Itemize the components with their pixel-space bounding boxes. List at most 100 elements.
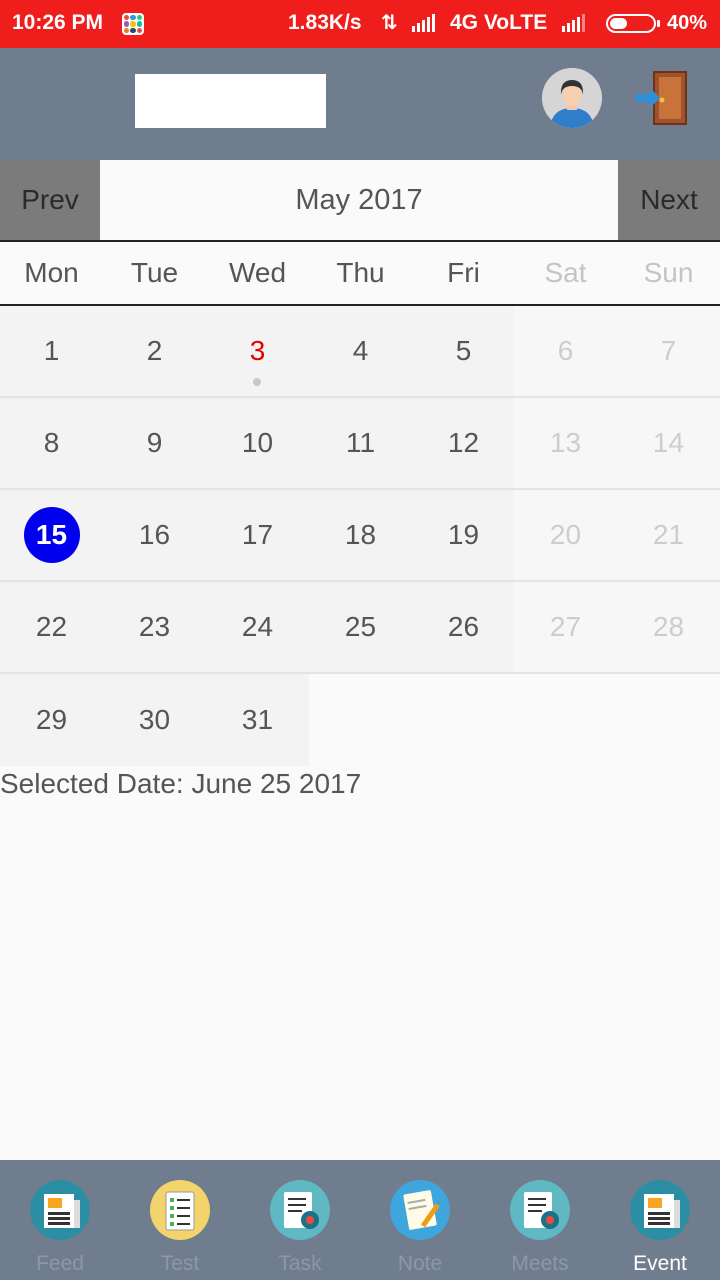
calendar-day-26[interactable]: 26 [412, 582, 515, 674]
meeting-gear-icon [510, 1180, 570, 1240]
day-number: 27 [549, 611, 582, 642]
calendar-day-12[interactable]: 12 [412, 398, 515, 490]
calendar-day-1[interactable]: 1 [0, 306, 103, 398]
calendar-grid: 1 2 3 4 5 6 7 8 9 10 11 12 13 14 15 16 17 18 19 20 21 22 23 24 2… [0, 306, 720, 768]
calendar-day-3[interactable]: 3 [206, 306, 309, 398]
calendar-day-31[interactable]: 31 [206, 674, 309, 766]
tab-feed[interactable]: Feed [0, 1160, 120, 1280]
day-number: 26 [447, 611, 480, 642]
network-type: 4G VoLTE [450, 11, 548, 34]
calendar-day-28[interactable]: 28 [617, 582, 720, 674]
signal-icon-2 [562, 14, 585, 32]
calendar-day-14[interactable]: 14 [617, 398, 720, 490]
calendar-day-5[interactable]: 5 [412, 306, 515, 398]
tab-task-label: Task [278, 1252, 322, 1275]
day-number: 5 [455, 335, 472, 366]
day-number: 22 [35, 611, 68, 642]
checklist-icon [150, 1180, 210, 1240]
day-number: 8 [43, 427, 60, 458]
calendar-day-11[interactable]: 11 [309, 398, 412, 490]
weekday-mon: Mon [24, 257, 79, 288]
network-speed: 1.83K/s [288, 11, 362, 34]
prev-month-button[interactable]: Prev [0, 160, 100, 240]
day-number: 10 [241, 427, 274, 458]
calendar-day-24[interactable]: 24 [206, 582, 309, 674]
calendar-day-25[interactable]: 25 [309, 582, 412, 674]
calendar-day-13[interactable]: 13 [514, 398, 617, 490]
status-bar: 10:26 PM 1.83K/s ⇅ 4G VoLTE 40% [0, 0, 720, 48]
day-number: 2 [146, 335, 163, 366]
tab-test[interactable]: Test [120, 1160, 240, 1280]
day-number: 31 [241, 704, 274, 735]
tab-note-label: Note [397, 1252, 443, 1275]
day-number: 25 [344, 611, 377, 642]
day-number: 9 [146, 427, 163, 458]
battery-percent: 40% [667, 12, 708, 34]
tab-meets-label: Meets [511, 1252, 569, 1275]
calendar-day-19[interactable]: 19 [412, 490, 515, 582]
notepad-pen-icon [390, 1180, 450, 1240]
day-number: 23 [138, 611, 171, 642]
day-number: 29 [35, 704, 68, 735]
calendar-day-21[interactable]: 21 [617, 490, 720, 582]
calendar-day-4[interactable]: 4 [309, 306, 412, 398]
day-number: 19 [447, 519, 480, 550]
tab-meets[interactable]: Meets [480, 1160, 600, 1280]
calendar-day-18[interactable]: 18 [309, 490, 412, 582]
calendar-day-27[interactable]: 27 [514, 582, 617, 674]
calendar-day-29[interactable]: 29 [0, 674, 103, 766]
tab-note[interactable]: Note [360, 1160, 480, 1280]
event-dot [253, 378, 261, 386]
exit-door-icon[interactable] [632, 68, 692, 128]
app-notification-icon [122, 13, 144, 35]
calendar-day-6[interactable]: 6 [514, 306, 617, 398]
calendar-day-15[interactable]: 15 [0, 490, 103, 582]
tab-test-label: Test [160, 1252, 200, 1275]
day-number: 30 [138, 704, 171, 735]
bottom-navigation: Feed Test Task Note Meets Event [0, 1160, 720, 1280]
calendar-day-23[interactable]: 23 [103, 582, 206, 674]
battery-icon [606, 14, 660, 33]
tab-event[interactable]: Event [600, 1160, 720, 1280]
calendar-day-17[interactable]: 17 [206, 490, 309, 582]
battery-level [610, 18, 627, 29]
day-number: 17 [241, 519, 274, 550]
weekday-sat: Sat [544, 257, 587, 288]
calendar-day-8[interactable]: 8 [0, 398, 103, 490]
calendar-day-7[interactable]: 7 [617, 306, 720, 398]
user-avatar-icon[interactable] [542, 68, 602, 128]
app-title-placeholder [135, 74, 326, 128]
data-transfer-icon: ⇅ [381, 12, 398, 34]
weekday-sun: Sun [643, 257, 694, 288]
calendar-day-2[interactable]: 2 [103, 306, 206, 398]
app-header [0, 48, 720, 160]
calendar-day-22[interactable]: 22 [0, 582, 103, 674]
newspaper-icon [30, 1180, 90, 1240]
status-time: 10:26 PM [12, 11, 104, 34]
weekday-fri: Fri [447, 257, 480, 288]
calendar-day-9[interactable]: 9 [103, 398, 206, 490]
newspaper-icon [630, 1180, 690, 1240]
weekday-thu: Thu [336, 257, 385, 288]
day-number: 12 [447, 427, 480, 458]
calendar-day-20[interactable]: 20 [514, 490, 617, 582]
next-month-button[interactable]: Next [618, 160, 720, 240]
calendar-day-10[interactable]: 10 [206, 398, 309, 490]
day-number: 28 [652, 611, 685, 642]
day-number: 20 [549, 519, 582, 550]
selected-day-marker: 15 [23, 507, 80, 563]
tab-feed-label: Feed [36, 1252, 84, 1275]
day-number: 4 [352, 335, 369, 366]
day-number: 7 [660, 335, 677, 366]
day-number: 3 [249, 335, 266, 366]
month-navigation: Prev May 2017 Next [0, 160, 720, 242]
day-number: 6 [557, 335, 574, 366]
selected-date-label: Selected Date: June 25 2017 [0, 768, 362, 799]
calendar-day-16[interactable]: 16 [103, 490, 206, 582]
day-number: 24 [241, 611, 274, 642]
day-number: 16 [138, 519, 171, 550]
day-number: 1 [43, 335, 60, 366]
tab-task[interactable]: Task [240, 1160, 360, 1280]
calendar-day-30[interactable]: 30 [103, 674, 206, 766]
tab-event-label: Event [633, 1252, 687, 1275]
